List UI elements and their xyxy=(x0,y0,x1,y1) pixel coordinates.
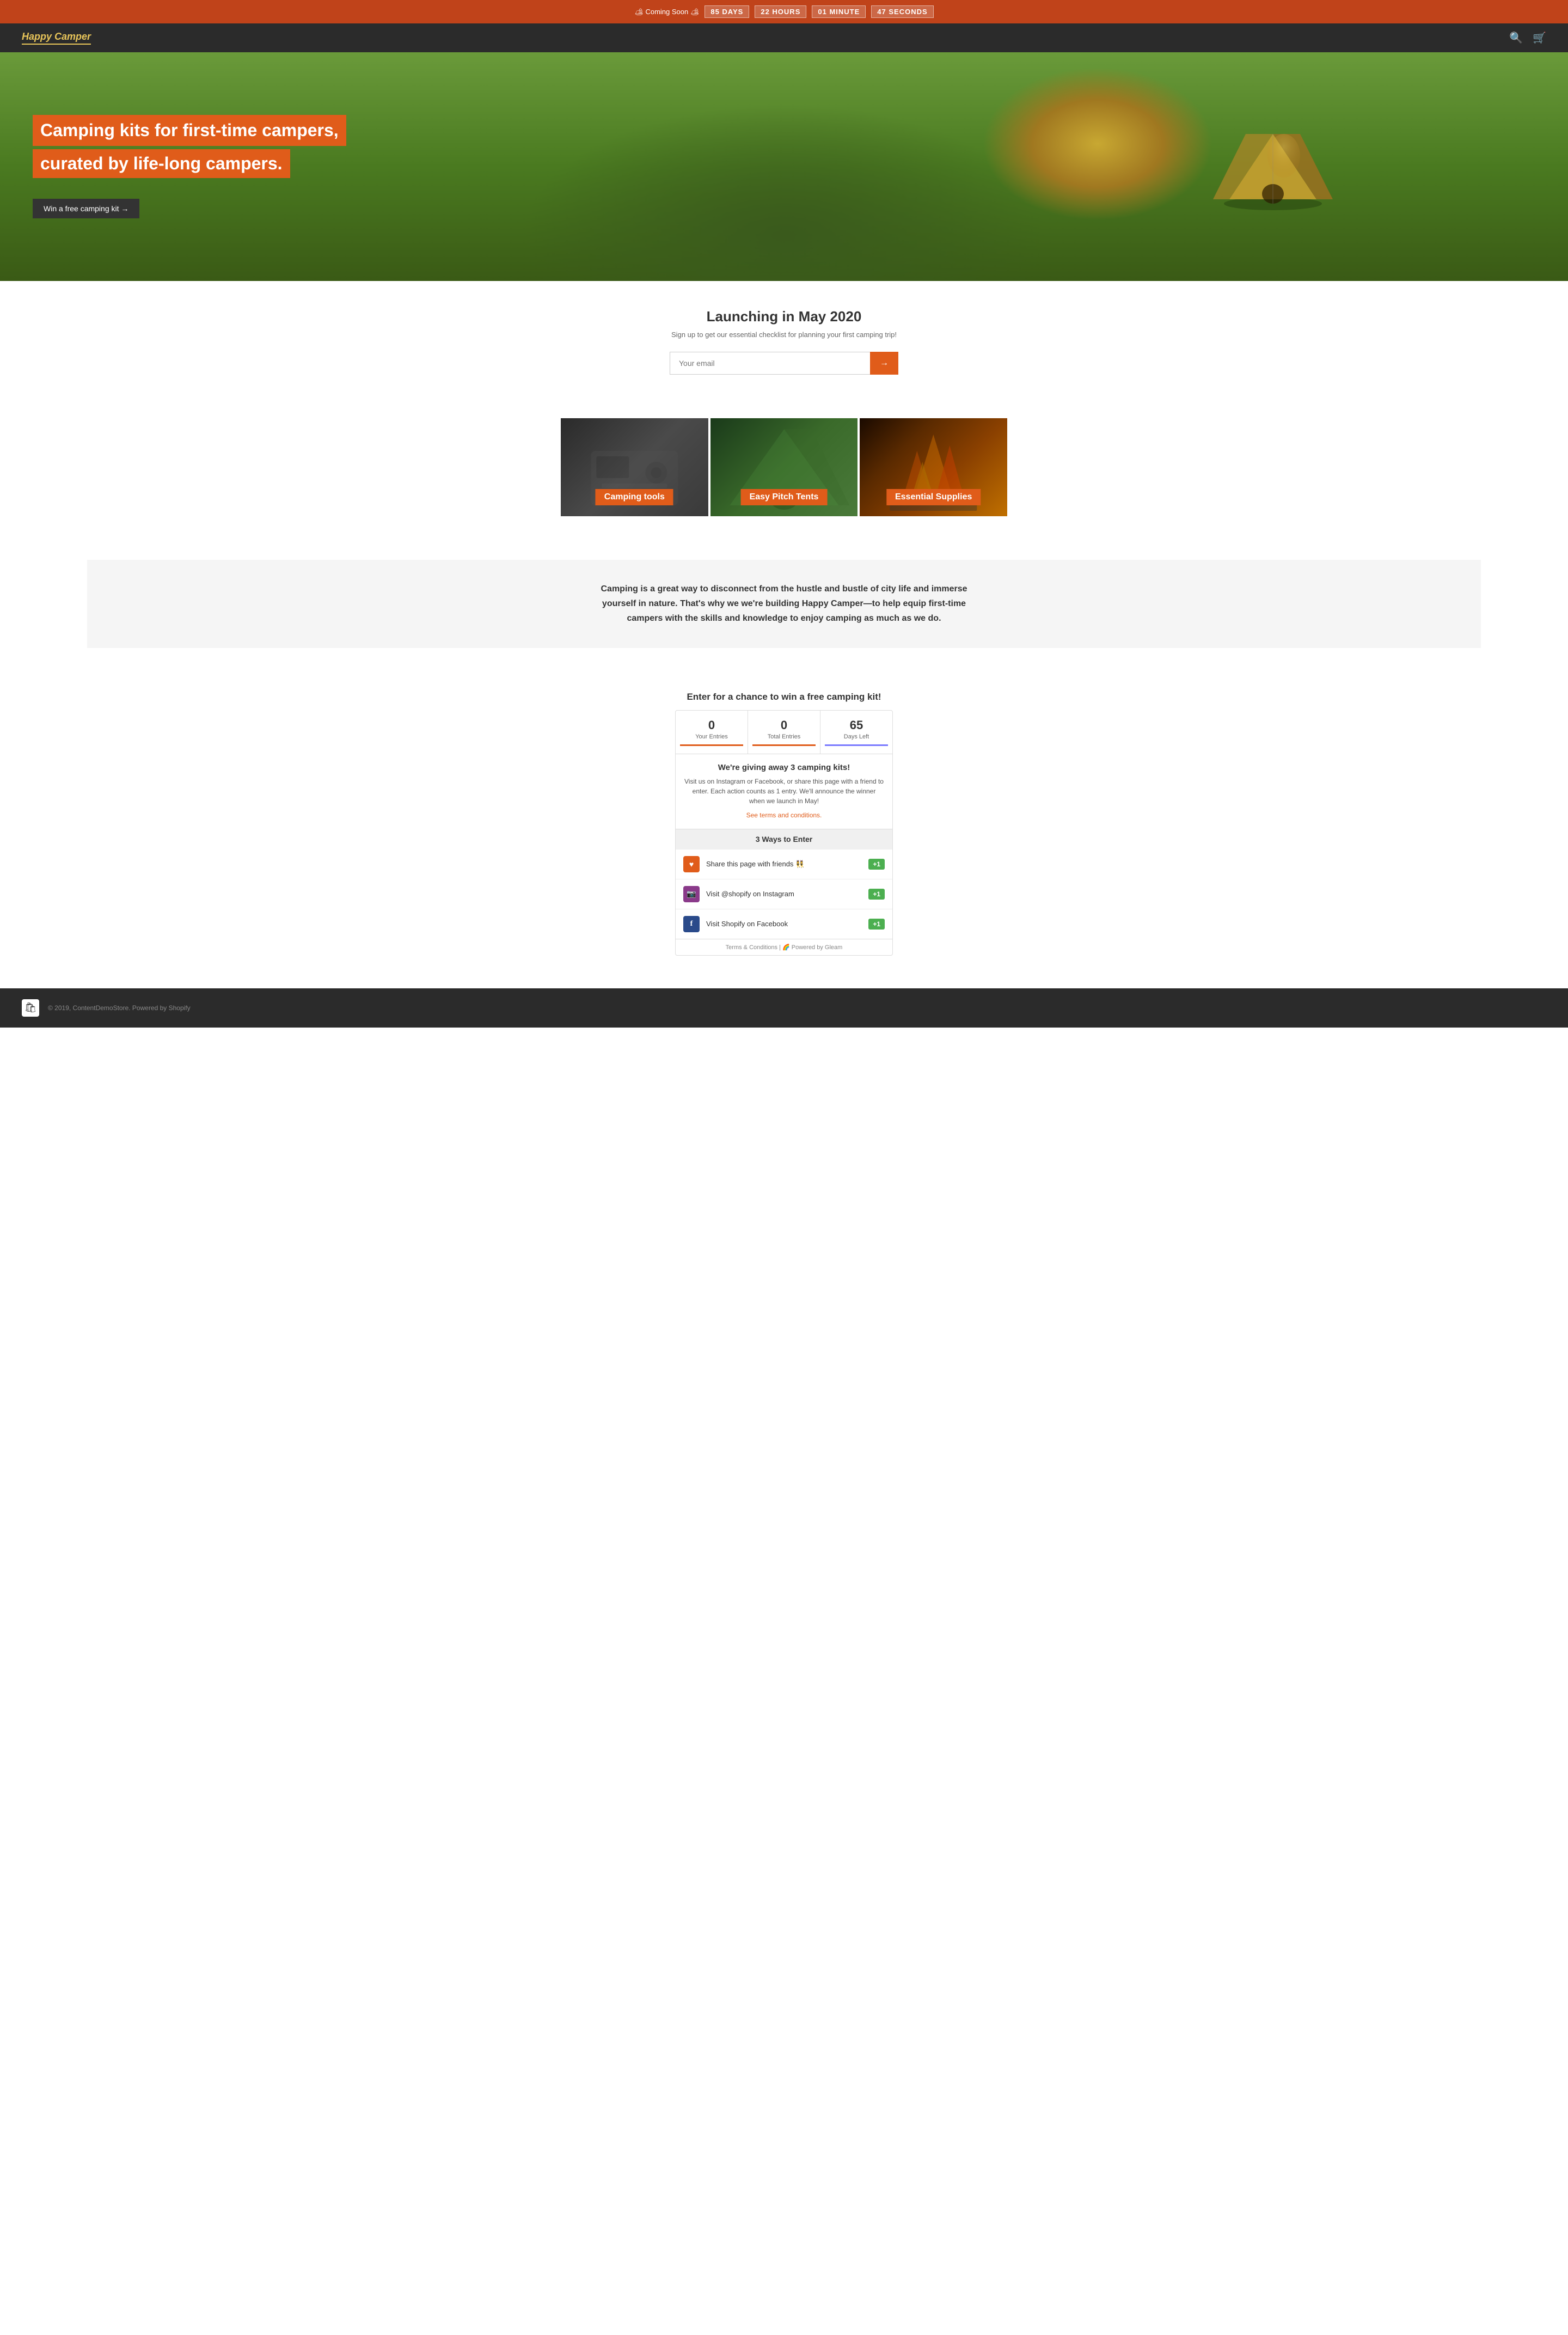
ways-to-enter-header: 3 Ways to Enter xyxy=(676,829,892,849)
days-left-number: 65 xyxy=(825,718,888,732)
top-banner: 🏕 Coming Soon 🏕 85 DAYS 22 HOURS 01 MINU… xyxy=(0,0,1568,23)
header-icons: 🔍 🛒 xyxy=(1509,31,1546,45)
email-submit-button[interactable]: → xyxy=(870,352,898,375)
launch-section: Launching in May 2020 Sign up to get our… xyxy=(0,281,1568,391)
stat-days-left: 65 Days Left xyxy=(820,711,892,754)
your-entries-bar xyxy=(680,744,743,746)
hero-content: Camping kits for first-time campers, cur… xyxy=(0,115,379,219)
footer-shopify-logo: 🛍 xyxy=(22,999,39,1017)
countdown-days: 85 DAYS xyxy=(705,5,749,18)
cart-icon[interactable]: 🛒 xyxy=(1533,31,1546,45)
your-entries-number: 0 xyxy=(680,718,743,732)
cat-tools-label: Camping tools xyxy=(596,489,673,505)
instagram-icon: 📷 xyxy=(683,886,700,902)
launch-title: Launching in May 2020 xyxy=(11,308,1557,325)
instagram-entry-text: Visit @shopify on Instagram xyxy=(706,890,862,898)
hero-section: Camping kits for first-time campers, cur… xyxy=(0,52,1568,281)
email-input[interactable] xyxy=(670,352,870,375)
email-signup-form: → xyxy=(670,352,898,375)
entry-item-share[interactable]: ♥ Share this page with friends 👯 +1 xyxy=(676,849,892,879)
entry-item-instagram[interactable]: 📷 Visit @shopify on Instagram +1 xyxy=(676,879,892,909)
category-section: Camping tools Easy Pitch Tents Essential… xyxy=(0,391,1568,560)
about-section: Camping is a great way to disconnect fro… xyxy=(87,560,1481,648)
launch-subtitle: Sign up to get our essential checklist f… xyxy=(11,331,1557,339)
facebook-entry-badge: +1 xyxy=(868,919,885,930)
hero-title-line1: Camping kits for first-time campers, xyxy=(33,115,346,150)
total-entries-number: 0 xyxy=(752,718,816,732)
share-entry-badge: +1 xyxy=(868,859,885,870)
entry-item-facebook[interactable]: f Visit Shopify on Facebook +1 xyxy=(676,909,892,939)
giveaway-widget: 0 Your Entries 0 Total Entries 65 Days L… xyxy=(675,710,893,956)
coming-soon-text: 🏕 Coming Soon 🏕 xyxy=(634,8,699,16)
your-entries-label: Your Entries xyxy=(680,733,743,740)
giveaway-section: Enter for a chance to win a free camping… xyxy=(675,692,893,956)
cat-tents-label: Easy Pitch Tents xyxy=(741,489,828,505)
share-entry-text: Share this page with friends 👯 xyxy=(706,860,862,869)
shopify-icon: 🛍 xyxy=(24,1002,37,1013)
category-grid: Camping tools Easy Pitch Tents Essential… xyxy=(561,418,1007,516)
hero-title-line2: curated by life-long campers. xyxy=(33,149,346,189)
facebook-entry-text: Visit Shopify on Facebook xyxy=(706,920,862,928)
about-text: Camping is a great way to disconnect fro… xyxy=(599,582,969,626)
stat-total-entries: 0 Total Entries xyxy=(748,711,820,754)
countdown-seconds: 47 SECONDS xyxy=(871,5,933,18)
hero-cta-button[interactable]: Win a free camping kit → xyxy=(33,199,139,218)
giveaway-section-title: Enter for a chance to win a free camping… xyxy=(675,692,893,702)
footer-copyright: © 2019, ContentDemoStore. Powered by Sho… xyxy=(48,1004,191,1012)
site-header: Happy Camper 🔍 🛒 xyxy=(0,23,1568,52)
giveaway-body-title: We're giving away 3 camping kits! xyxy=(684,763,884,772)
site-logo[interactable]: Happy Camper xyxy=(22,31,91,45)
widget-footer: Terms & Conditions | 🌈 Powered by Gleam xyxy=(676,939,892,955)
countdown-minutes: 01 MINUTE xyxy=(812,5,866,18)
countdown-hours: 22 HOURS xyxy=(755,5,806,18)
days-left-bar xyxy=(825,744,888,746)
about-section-wrapper: Camping is a great way to disconnect fro… xyxy=(0,560,1568,692)
instagram-entry-badge: +1 xyxy=(868,889,885,900)
category-item-supplies[interactable]: Essential Supplies xyxy=(860,418,1007,516)
category-item-tools[interactable]: Camping tools xyxy=(561,418,708,516)
search-icon[interactable]: 🔍 xyxy=(1509,31,1523,45)
category-item-tents[interactable]: Easy Pitch Tents xyxy=(710,418,858,516)
cat-supplies-label: Essential Supplies xyxy=(886,489,981,505)
giveaway-body: We're giving away 3 camping kits! Visit … xyxy=(676,754,892,829)
facebook-icon: f xyxy=(683,916,700,932)
total-entries-label: Total Entries xyxy=(752,733,816,740)
stat-your-entries: 0 Your Entries xyxy=(676,711,748,754)
hero-tent-image xyxy=(1213,123,1333,210)
share-icon: ♥ xyxy=(683,856,700,872)
days-left-label: Days Left xyxy=(825,733,888,740)
terms-link[interactable]: See terms and conditions. xyxy=(746,811,822,819)
total-entries-bar xyxy=(752,744,816,746)
site-footer: 🛍 © 2019, ContentDemoStore. Powered by S… xyxy=(0,988,1568,1028)
giveaway-description: Visit us on Instagram or Facebook, or sh… xyxy=(684,777,884,806)
giveaway-stats: 0 Your Entries 0 Total Entries 65 Days L… xyxy=(676,711,892,754)
